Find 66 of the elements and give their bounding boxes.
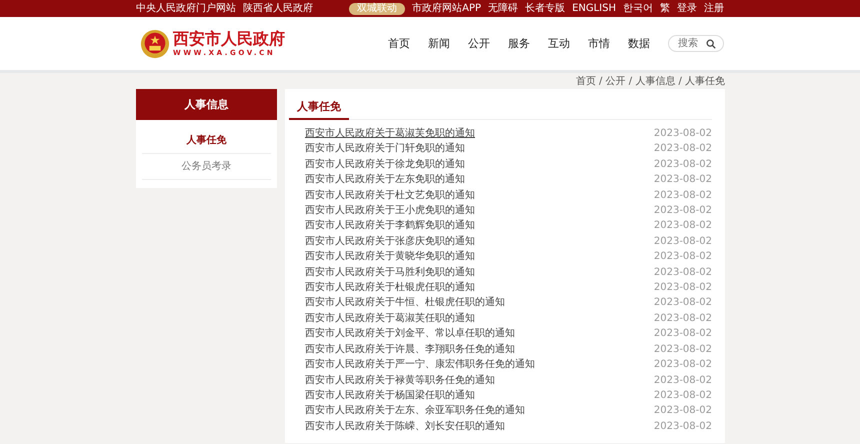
top-link[interactable]: 陕西省人民政府 <box>243 2 313 14</box>
top-link[interactable]: 한국어 <box>623 2 653 14</box>
article-date: 2023-08-02 <box>654 127 712 141</box>
site-title: 西安市人民政府 <box>173 30 285 48</box>
article-date: 2023-08-02 <box>654 327 712 342</box>
nav-link[interactable]: 数据 <box>628 36 650 51</box>
article-date: 2023-08-02 <box>654 250 712 264</box>
article-date: 2023-08-02 <box>654 388 712 403</box>
article-date: 2023-08-02 <box>654 158 712 172</box>
article-link[interactable]: 西安市人民政府关于杨国梁任职的通知 <box>305 388 475 404</box>
article-date: 2023-08-02 <box>654 296 712 310</box>
emblem-icon <box>140 28 170 58</box>
nav-link[interactable]: 市情 <box>588 36 610 51</box>
top-link[interactable]: 中央人民政府门户网站 <box>136 2 236 14</box>
article-date: 2023-08-02 <box>654 266 712 280</box>
article-date: 2023-08-02 <box>654 173 712 188</box>
article-link[interactable]: 西安市人民政府关于王小虎免职的通知 <box>305 203 475 218</box>
top-link[interactable]: 长者专版 <box>525 2 566 14</box>
sidebar-item[interactable]: 公务员考录 <box>142 154 271 180</box>
nav-link[interactable]: 服务 <box>508 36 530 51</box>
top-link[interactable]: 注册 <box>704 2 724 14</box>
article-link[interactable]: 西安市人民政府关于禄黄等职务任免的通知 <box>305 372 495 388</box>
article-link[interactable]: 西安市人民政府关于马胜利免职的通知 <box>305 264 475 280</box>
nav-link[interactable]: 公开 <box>468 36 490 51</box>
sidebar-title: 人事信息 <box>136 89 277 120</box>
article-link[interactable]: 西安市人民政府关于门轩免职的通知 <box>305 141 465 157</box>
article-link[interactable]: 西安市人民政府关于牛恒、杜银虎任职的通知 <box>305 295 505 311</box>
article-link[interactable]: 西安市人民政府关于左东免职的通知 <box>305 172 465 188</box>
article-link[interactable]: 西安市人民政府关于黄晓华免职的通知 <box>305 249 475 265</box>
article-date: 2023-08-02 <box>654 234 712 249</box>
article-link[interactable]: 西安市人民政府关于许晨、李翔职务任免的通知 <box>305 342 515 358</box>
nav-link[interactable]: 首页 <box>388 36 410 51</box>
article-link[interactable]: 西安市人民政府关于葛淑芙免职的通知 <box>305 126 475 142</box>
search-icon <box>706 39 716 49</box>
top-link[interactable]: ENGLISH <box>572 2 616 14</box>
article-date: 2023-08-02 <box>654 281 712 296</box>
nav-link[interactable]: 新闻 <box>428 36 450 51</box>
article-link[interactable]: 西安市人民政府关于葛淑芙任职的通知 <box>305 310 475 326</box>
article-date: 2023-08-02 <box>654 358 712 372</box>
article-link[interactable]: 西安市人民政府关于陈嵘、刘长安任职的通知 <box>305 418 505 434</box>
article-date: 2023-08-02 <box>654 374 712 388</box>
article-date: 2023-08-02 <box>654 342 712 357</box>
article-date: 2023-08-02 <box>654 404 712 418</box>
article-date: 2023-08-02 <box>654 219 712 234</box>
article-link[interactable]: 西安市人民政府关于严一宁、康宏伟职务任免的通知 <box>305 357 535 372</box>
sidebar-item[interactable]: 人事任免 <box>142 128 271 154</box>
article-link[interactable]: 西安市人民政府关于刘金平、常以卓任职的通知 <box>305 326 515 342</box>
article-date: 2023-08-02 <box>654 420 712 434</box>
top-link[interactable]: 繁 <box>660 2 670 14</box>
section-title: 人事任免 <box>289 97 349 120</box>
article-link[interactable]: 西安市人民政府关于左东、余亚军职务任免的通知 <box>305 403 525 419</box>
article-date: 2023-08-02 <box>654 204 712 218</box>
article-link[interactable]: 西安市人民政府关于杜文艺免职的通知 <box>305 188 475 204</box>
breadcrumb: 首页 / 公开 / 人事信息 / 人事任免 <box>576 74 725 88</box>
search-field[interactable]: 搜索 <box>668 35 724 52</box>
nav-link[interactable]: 互动 <box>548 36 570 51</box>
article-link[interactable]: 西安市人民政府关于李鹤辉免职的通知 <box>305 218 475 234</box>
top-link[interactable]: 市政府网站APP <box>412 2 482 14</box>
top-link[interactable]: 登录 <box>677 2 697 14</box>
article-link[interactable]: 西安市人民政府关于徐龙免职的通知 <box>305 156 465 172</box>
article-date: 2023-08-02 <box>654 188 712 203</box>
article-link[interactable]: 西安市人民政府关于张彦庆免职的通知 <box>305 234 475 250</box>
top-link[interactable]: 无障碍 <box>488 2 518 14</box>
article-date: 2023-08-02 <box>654 142 712 156</box>
article-date: 2023-08-02 <box>654 312 712 326</box>
article-link[interactable]: 西安市人民政府关于杜银虎任职的通知 <box>305 280 475 296</box>
